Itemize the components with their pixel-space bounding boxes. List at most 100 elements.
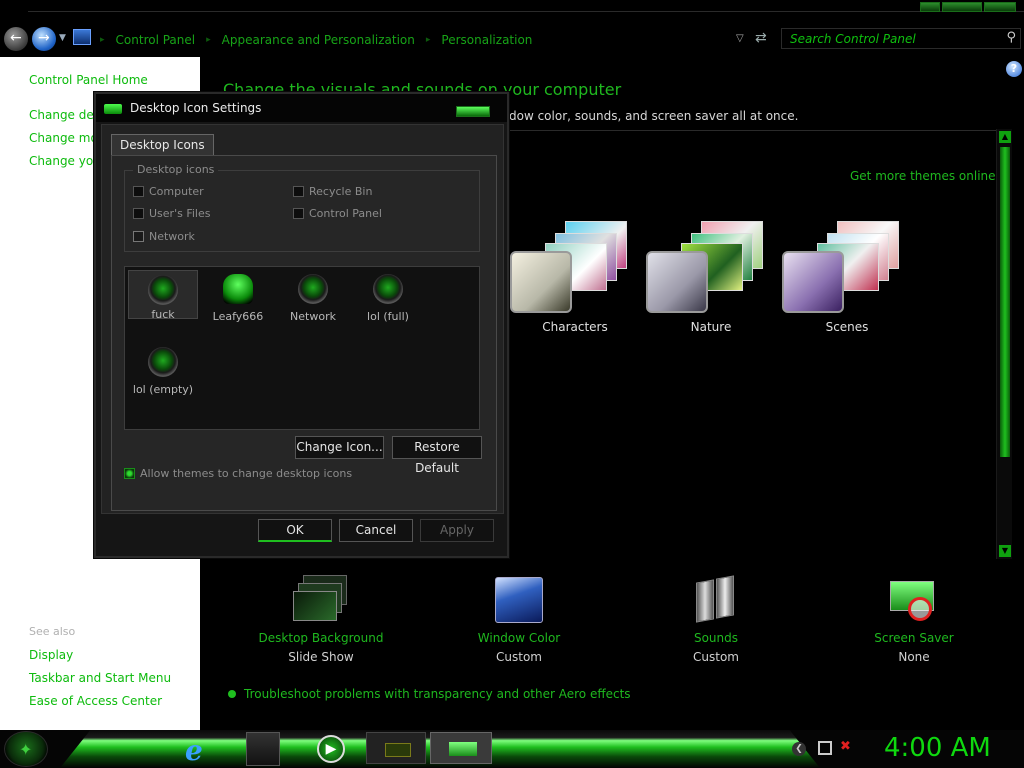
taskbar: ✦ e ▶ ❮ ✖ 4:00 AM <box>0 730 1024 768</box>
show-hidden-icons-chevron-icon[interactable]: ❮ <box>792 742 806 756</box>
back-button[interactable]: ← <box>4 27 28 51</box>
media-center-taskbar-button[interactable] <box>246 732 280 766</box>
address-dropdown-icon[interactable]: ▽ <box>736 33 744 44</box>
cancel-button[interactable]: Cancel <box>339 519 413 542</box>
ok-button[interactable]: OK <box>258 519 332 542</box>
checkbox-label: User's Files <box>149 207 211 220</box>
desktop-background-item[interactable]: Desktop Background Slide Show <box>241 575 401 664</box>
checkbox-checked[interactable] <box>133 231 144 242</box>
desktop-background-title: Desktop Background <box>258 631 384 645</box>
checkbox[interactable] <box>293 186 304 197</box>
checkbox-label: Network <box>149 230 195 243</box>
desktop-icon-list[interactable]: fuck Leafy666 Network lol (full) lol (em… <box>124 266 480 430</box>
help-icon[interactable]: ? <box>1006 61 1022 77</box>
recycle-bin-full-icon <box>373 274 403 304</box>
tab-desktop-icons[interactable]: Desktop Icons <box>111 134 214 155</box>
start-button[interactable]: ✦ <box>4 731 48 767</box>
scroll-down-arrow-icon[interactable]: ▼ <box>999 545 1011 557</box>
dialog-app-icon <box>104 104 122 114</box>
network-tray-icon[interactable] <box>818 741 832 755</box>
scroll-up-arrow-icon[interactable]: ▲ <box>999 131 1011 143</box>
forward-button[interactable]: → <box>32 27 56 51</box>
task-link-mouse-pointers[interactable]: Change mo <box>29 131 98 145</box>
maximize-button[interactable] <box>942 2 982 12</box>
dialog-close-button[interactable] <box>456 106 490 117</box>
icon-item[interactable]: lol (full) <box>353 270 423 323</box>
scrollbar-thumb[interactable] <box>1000 147 1010 457</box>
taskbar-clock[interactable]: 4:00 AM <box>884 733 991 763</box>
search-icon[interactable]: ⚲ <box>1006 30 1016 45</box>
restore-default-button[interactable]: Restore Default <box>392 436 482 475</box>
icon-item[interactable]: Network <box>278 270 348 323</box>
window-color-item[interactable]: Window Color Custom <box>439 575 599 664</box>
checkbox-network[interactable]: Network <box>133 230 195 243</box>
taskbar-window-button[interactable] <box>366 732 426 764</box>
taskbar-window-button-active[interactable] <box>430 732 492 764</box>
get-more-themes-link[interactable]: Get more themes online <box>850 169 996 183</box>
icon-item[interactable]: lol (empty) <box>128 343 198 396</box>
group-label: Desktop icons <box>133 163 219 176</box>
checkbox[interactable] <box>133 208 144 219</box>
minimize-button[interactable] <box>920 2 940 12</box>
orb-icon <box>148 275 178 305</box>
theme-scenes[interactable]: Scenes <box>782 219 912 339</box>
task-link-account-picture[interactable]: Change you <box>29 154 101 168</box>
allow-themes-label: Allow themes to change desktop icons <box>140 467 353 480</box>
icon-label: lol (empty) <box>132 383 194 396</box>
close-button[interactable] <box>984 2 1016 12</box>
screen-saver-item[interactable]: Screen Saver None <box>834 575 994 664</box>
desktop-icons-group: Desktop icons Computer Recycle Bin User'… <box>124 163 480 252</box>
sounds-subtitle: Custom <box>693 650 739 664</box>
desktop-background-subtitle: Slide Show <box>288 650 354 664</box>
icon-item[interactable]: Leafy666 <box>203 270 273 323</box>
search-input[interactable] <box>790 31 990 47</box>
recent-pages-dropdown-icon[interactable]: ▼ <box>59 33 66 43</box>
breadcrumb-control-panel[interactable]: Control Panel <box>105 33 207 47</box>
apply-button[interactable]: Apply <box>420 519 494 542</box>
task-link-desktop-icons[interactable]: Change des <box>29 108 100 122</box>
refresh-icon[interactable]: ⇄ <box>755 30 767 46</box>
see-also-taskbar-link[interactable]: Taskbar and Start Menu <box>29 671 171 685</box>
see-also-display-link[interactable]: Display <box>29 648 73 662</box>
checkbox[interactable] <box>293 208 304 219</box>
screen-saver-subtitle: None <box>898 650 930 664</box>
theme-gallery-scrollbar[interactable]: ▲ ▼ <box>996 129 1012 559</box>
volume-muted-tray-icon[interactable]: ✖ <box>840 739 851 754</box>
theme-preview <box>782 219 912 314</box>
forward-arrow-icon: → <box>38 30 50 46</box>
checkbox[interactable] <box>133 186 144 197</box>
theme-label: Scenes <box>825 320 869 334</box>
window-controls <box>920 2 1016 12</box>
icon-label: lol (full) <box>367 310 409 323</box>
see-also-heading: See also <box>29 625 76 638</box>
dialog-titlebar[interactable]: Desktop Icon Settings <box>96 94 507 122</box>
checkbox-label: Computer <box>149 185 204 198</box>
allow-themes-checkbox[interactable] <box>124 468 135 479</box>
checkbox-recycle-bin[interactable]: Recycle Bin <box>293 185 372 198</box>
theme-characters[interactable]: Characters <box>510 219 640 339</box>
media-player-taskbar-button[interactable]: ▶ <box>314 732 348 766</box>
change-icon-button[interactable]: Change Icon... <box>295 436 384 459</box>
checkbox-control-panel[interactable]: Control Panel <box>293 207 382 220</box>
dialog-body: Desktop Icons Desktop icons Computer Rec… <box>101 124 504 514</box>
allow-themes-checkbox-row[interactable]: Allow themes to change desktop icons <box>124 467 352 480</box>
breadcrumb-personalization[interactable]: Personalization <box>430 33 543 47</box>
screen-saver-icon <box>886 575 942 623</box>
troubleshoot-link[interactable]: Troubleshoot problems with transparency … <box>244 687 631 701</box>
sounds-item[interactable]: Sounds Custom <box>636 575 796 664</box>
start-orb-icon: ✦ <box>19 740 33 759</box>
search-box[interactable]: ⚲ <box>781 28 1021 49</box>
icon-item[interactable]: fuck <box>128 270 198 321</box>
internet-explorer-icon: e <box>185 734 203 767</box>
sounds-icon <box>688 575 744 623</box>
breadcrumb-appearance[interactable]: Appearance and Personalization <box>211 33 426 47</box>
control-panel-home-link[interactable]: Control Panel Home <box>29 73 148 87</box>
icon-label: fuck <box>151 308 175 321</box>
checkbox-users-files[interactable]: User's Files <box>133 207 210 220</box>
see-also-ease-of-access-link[interactable]: Ease of Access Center <box>29 694 162 708</box>
theme-nature[interactable]: Nature <box>646 219 776 339</box>
window-title-strip <box>28 0 1024 12</box>
checkbox-computer[interactable]: Computer <box>133 185 204 198</box>
internet-explorer-taskbar-button[interactable]: e <box>182 732 216 767</box>
theme-preview <box>646 219 776 314</box>
